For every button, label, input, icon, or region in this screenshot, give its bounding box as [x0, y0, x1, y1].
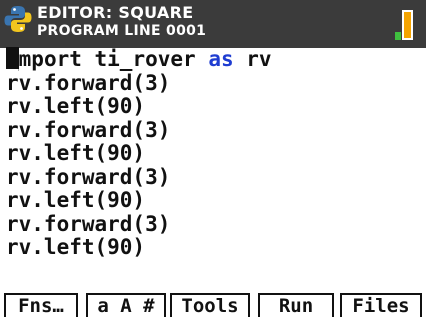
characters-menu-button[interactable]: a A # — [86, 293, 166, 317]
run-button[interactable]: Run — [258, 293, 334, 317]
code-line[interactable]: rv.forward(3) — [6, 165, 422, 190]
code-line[interactable]: rv.left(90) — [6, 141, 422, 166]
code-text: mport ti_rover — [18, 47, 209, 71]
code-line[interactable]: rv.forward(3) — [6, 71, 422, 96]
code-text: rv — [233, 47, 272, 71]
tools-menu-button[interactable]: Tools — [170, 293, 250, 317]
code-keyword: as — [208, 47, 234, 71]
fns-menu-button[interactable]: Fns… — [4, 293, 78, 317]
calculator-screen: EDITOR: SQUARE PROGRAM LINE 0001 _mport … — [0, 0, 426, 320]
code-editor[interactable]: _mport ti_rover as rv rv.forward(3) rv.l… — [6, 47, 422, 260]
program-line-indicator: PROGRAM LINE 0001 — [37, 23, 207, 39]
editor-title: EDITOR: SQUARE — [37, 3, 194, 22]
code-line[interactable]: rv.left(90) — [6, 94, 422, 119]
code-line[interactable]: rv.forward(3) — [6, 118, 422, 143]
editor-header: EDITOR: SQUARE PROGRAM LINE 0001 — [0, 0, 426, 48]
code-line[interactable]: rv.left(90) — [6, 235, 422, 260]
text-cursor: _ — [6, 47, 19, 71]
python-logo-icon — [4, 6, 32, 32]
code-line[interactable]: rv.left(90) — [6, 188, 422, 213]
code-line[interactable]: rv.forward(3) — [6, 212, 422, 237]
softkey-menu: Fns… a A # Tools Run Files — [0, 290, 426, 320]
battery-icon — [395, 10, 413, 40]
code-line[interactable]: _mport ti_rover as rv — [6, 47, 422, 72]
files-menu-button[interactable]: Files — [340, 293, 422, 317]
